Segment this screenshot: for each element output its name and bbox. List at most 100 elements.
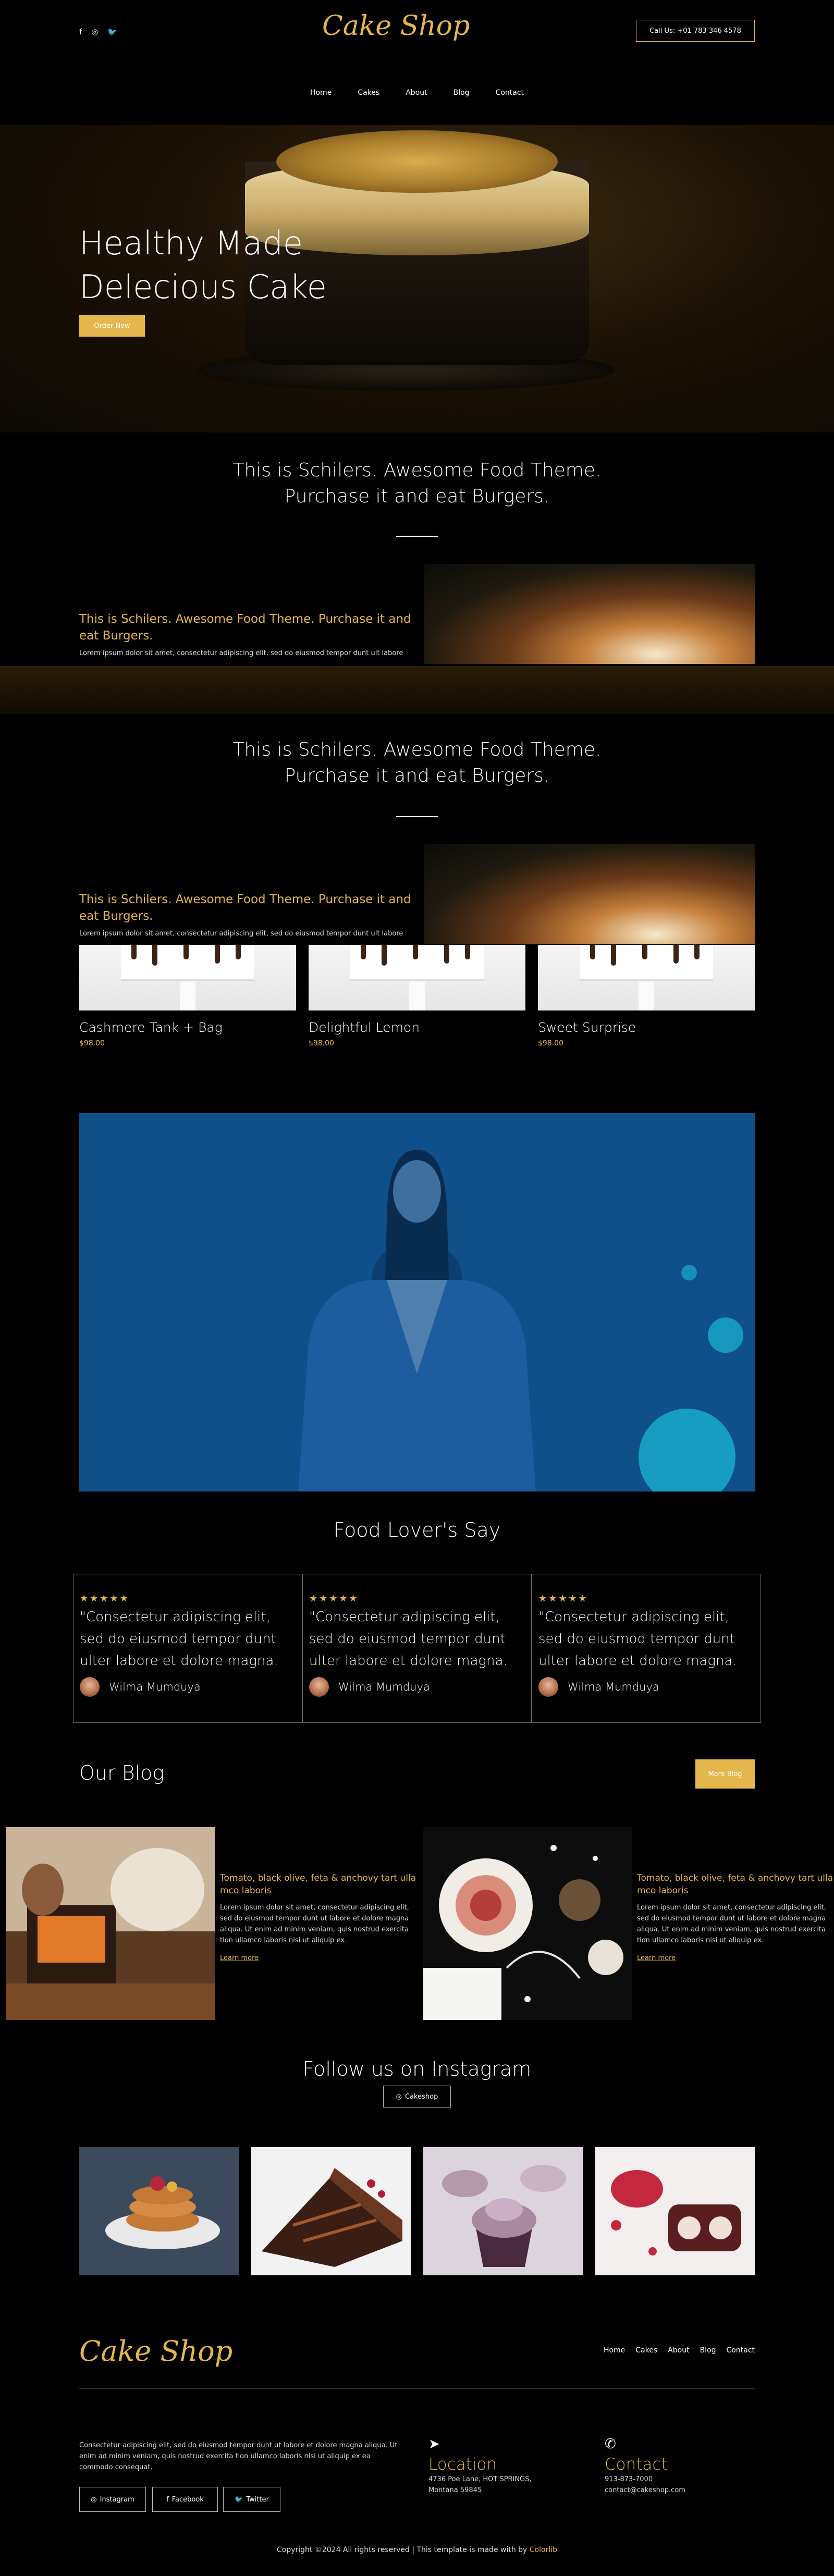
banner-illustration — [79, 1113, 755, 1492]
hero-cake-top — [276, 130, 558, 193]
location-line: Montana 59845 — [428, 2486, 482, 2494]
nav-about[interactable]: About — [406, 89, 427, 97]
contact-phone[interactable]: 913-873-7000 — [605, 2474, 761, 2485]
footer-nav: Home Cakes About Blog Contact — [604, 2346, 755, 2355]
about-row: This is Schilers. Awesome Food Theme. Pu… — [79, 564, 755, 664]
twitter-icon: 🐦 — [235, 2495, 243, 2504]
location-line: 4736 Poe Lane, HOT SPRINGS, — [428, 2475, 532, 2483]
testimonial-author: Wilma Mumduya — [309, 1677, 525, 1697]
location-title: Location — [428, 2455, 497, 2474]
main-nav: Home Cakes About Blog Contact — [0, 89, 834, 97]
nav-cakes[interactable]: Cakes — [358, 89, 379, 97]
facebook-icon[interactable]: f — [79, 27, 82, 36]
footer-social-label: Instagram — [100, 2495, 134, 2504]
footer-nav-cakes[interactable]: Cakes — [635, 2346, 657, 2355]
hero-banner: Healthy Made Delecious Cake Order Now — [0, 125, 834, 433]
rating-stars: ★★★★★ — [80, 1593, 130, 1604]
footer-social-label: Facebook — [171, 2495, 204, 2504]
about-text-2: This is Schilers. Awesome Food Theme. Pu… — [79, 891, 413, 939]
product-card[interactable]: Sweet Surprise $98.00 — [538, 945, 755, 1047]
instagram-image[interactable] — [595, 2147, 755, 2275]
instagram-icon[interactable]: ◎ — [91, 27, 98, 36]
product-card[interactable]: Delightful Lemon $98.00 — [309, 945, 525, 1047]
header-social: f ◎ 🐦 — [79, 27, 117, 36]
avatar — [309, 1677, 329, 1697]
product-image — [309, 945, 525, 1010]
product-price: $98.00 — [79, 1039, 105, 1047]
product-price: $98.00 — [309, 1039, 334, 1047]
footer-nav-blog[interactable]: Blog — [700, 2346, 716, 2355]
product-name: Delightful Lemon — [309, 1020, 420, 1035]
testimonial-quote: "Consectetur adipiscing elit, sed do eiu… — [538, 1609, 737, 1669]
blog-post-heading[interactable]: Tomato, black olive, feta & anchovy tart… — [637, 1872, 834, 1897]
footer-nav-home[interactable]: Home — [604, 2346, 625, 2355]
about-divider — [396, 536, 438, 537]
about-cake-image-2 — [424, 844, 755, 944]
footer-nav-about[interactable]: About — [668, 2346, 689, 2355]
contact-email[interactable]: contact@cakeshop.com — [605, 2485, 761, 2496]
instagram-button-label: Cakeshop — [405, 2092, 438, 2101]
product-name: Cashmere Tank + Bag — [79, 1020, 223, 1035]
blog-post-heading[interactable]: Tomato, black olive, feta & anchovy tart… — [220, 1872, 418, 1897]
nav-contact[interactable]: Contact — [496, 89, 524, 97]
blog-post-image[interactable] — [6, 1827, 215, 2020]
footer-twitter-button[interactable]: 🐦 Twitter — [223, 2487, 280, 2512]
about-title-2: This is Schilers. Awesome Food Theme. Pu… — [232, 739, 602, 786]
footer-about-text: Consectetur adipiscing elit, sed do eius… — [79, 2442, 398, 2471]
instagram-image[interactable] — [251, 2147, 411, 2275]
instagram-image[interactable] — [423, 2147, 583, 2275]
testimonial-card: ★★★★★ "Consectetur adipiscing elit, sed … — [73, 1574, 302, 1723]
instagram-image[interactable] — [79, 2147, 239, 2275]
rating-stars: ★★★★★ — [538, 1593, 588, 1604]
testimonials-title: Food Lover's Say — [333, 1519, 501, 1542]
hero-title: Healthy Made Delecious Cake — [79, 224, 327, 306]
author-name: Wilma Mumduya — [109, 1681, 201, 1693]
blog-post: Tomato, black olive, feta & anchovy tart… — [637, 1872, 834, 1962]
about-body: Lorem ipsum dolor sit amet, consectetur … — [79, 649, 403, 657]
testimonial-quote: "Consectetur adipiscing elit, sed do eiu… — [80, 1609, 278, 1669]
testimonial-author: Wilma Mumduya — [80, 1677, 296, 1697]
about-text: This is Schilers. Awesome Food Theme. Pu… — [79, 611, 413, 659]
learn-more-link[interactable]: Learn more — [220, 1954, 418, 1962]
copyright-text: Copyright ©2024 All rights reserved | Th… — [276, 2546, 528, 2554]
about-title: This is Schilers. Awesome Food Theme. Pu… — [232, 460, 602, 507]
instagram-follow-button[interactable]: ◎ Cakeshop — [383, 2086, 451, 2107]
about-cake-image — [424, 564, 755, 664]
facebook-icon: f — [166, 2495, 169, 2504]
footer-instagram-button[interactable]: ◎ Instagram — [79, 2487, 146, 2512]
footer-nav-contact[interactable]: Contact — [727, 2346, 755, 2355]
nav-home[interactable]: Home — [310, 89, 332, 97]
about-body-2: Lorem ipsum dolor sit amet, consectetur … — [79, 930, 403, 938]
author-name: Wilma Mumduya — [338, 1681, 430, 1693]
product-price: $98.00 — [538, 1039, 563, 1047]
footer-facebook-button[interactable]: f Facebook — [152, 2487, 218, 2512]
product-card[interactable]: Cashmere Tank + Bag $98.00 — [79, 945, 296, 1047]
colorlib-link[interactable]: Colorlib — [530, 2546, 557, 2554]
instagram-title: Follow us on Instagram — [302, 2057, 532, 2080]
about-heading: This is Schilers. Awesome Food Theme. Pu… — [79, 612, 411, 643]
copyright: Copyright ©2024 All rights reserved | Th… — [0, 2546, 834, 2554]
footer-logo[interactable]: Cake Shop — [79, 2335, 232, 2368]
location-arrow-icon: ➤ — [428, 2436, 440, 2452]
blog-title: Our Blog — [79, 1761, 165, 1784]
footer-location: ➤ Location 4736 Poe Lane, HOT SPRINGS, M… — [428, 2436, 585, 2496]
footer-social-label: Twitter — [246, 2495, 269, 2504]
order-now-button[interactable]: Order Now — [79, 315, 145, 337]
testimonial-quote: "Consectetur adipiscing elit, sed do eiu… — [309, 1609, 508, 1669]
header-logo[interactable]: Cake Shop — [322, 10, 470, 42]
blog-post-text: Lorem ipsum dolor sit amet, consectetur … — [220, 1904, 409, 1944]
twitter-icon[interactable]: 🐦 — [107, 27, 117, 36]
product-image — [79, 945, 296, 1010]
more-blog-button[interactable]: More Blog — [695, 1759, 755, 1789]
about-strip — [0, 666, 834, 714]
feature-banner-image — [79, 1113, 755, 1492]
about-row-2: This is Schilers. Awesome Food Theme. Pu… — [79, 844, 755, 945]
testimonial-author: Wilma Mumduya — [538, 1677, 754, 1697]
learn-more-link[interactable]: Learn more — [637, 1954, 834, 1962]
nav-blog[interactable]: Blog — [453, 89, 470, 97]
phone-icon: ✆ — [605, 2436, 616, 2452]
avatar — [538, 1677, 558, 1697]
blog-post-image[interactable] — [423, 1827, 632, 2020]
product-name: Sweet Surprise — [538, 1020, 636, 1035]
call-us-button[interactable]: Call Us: +01 783 346 4578 — [636, 20, 755, 42]
